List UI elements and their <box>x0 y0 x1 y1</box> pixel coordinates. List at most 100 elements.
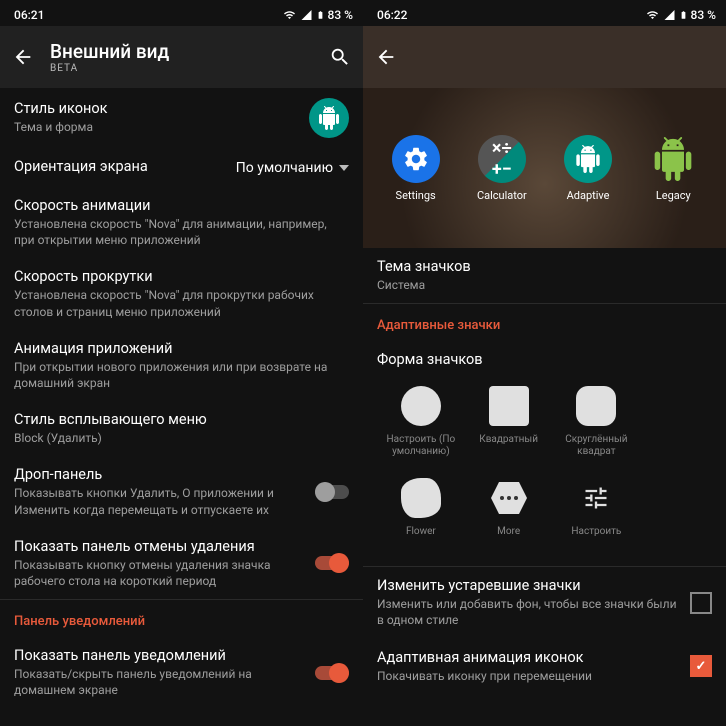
scroll-speed-row[interactable]: Скорость прокрутки Установлена скорость … <box>0 258 363 329</box>
row-title: Анимация приложений <box>14 340 349 357</box>
row-title: Скорость анимации <box>14 197 349 214</box>
shape-label: Квадратный <box>479 434 538 458</box>
battery-percent: 83 % <box>328 8 353 22</box>
shape-rounded[interactable]: Скруглённый квадрат <box>553 376 641 468</box>
row-title: Форма значков <box>377 351 712 368</box>
row-title: Стиль всплывающего меню <box>14 411 349 428</box>
shape-label: Flower <box>406 526 436 550</box>
shape-more[interactable]: More <box>465 468 553 560</box>
adaptive-anim-checkbox[interactable] <box>690 655 712 677</box>
icon-theme-row[interactable]: Тема значков Система <box>363 248 726 303</box>
popup-style-row[interactable]: Стиль всплывающего меню Block (Удалить) <box>0 401 363 456</box>
square-icon <box>489 386 529 426</box>
battery-icon <box>316 8 325 22</box>
row-sub: Показывать кнопки Удалить, О приложении … <box>14 485 303 517</box>
right-screenshot: 06:22 83 % Settings ×÷+− Calculator Adap… <box>363 0 726 726</box>
undo-panel-switch[interactable] <box>315 556 349 570</box>
icon-style-row[interactable]: Стиль иконок Тема и форма <box>0 88 363 148</box>
shape-flower[interactable]: Flower <box>377 468 465 560</box>
app-bar <box>363 26 726 88</box>
row-title: Изменить устаревшие значки <box>377 577 678 594</box>
shape-label: Скруглённый квадрат <box>555 434 639 458</box>
row-title: Показать панель отмены удаления <box>14 538 303 555</box>
orientation-row[interactable]: Ориентация экрана По умолчанию <box>0 148 363 187</box>
signal-icon <box>663 9 676 21</box>
legacy-icons-row[interactable]: Изменить устаревшие значки Изменить или … <box>363 567 726 638</box>
flower-icon <box>401 478 441 518</box>
app-label: Legacy <box>656 189 691 202</box>
app-label: Adaptive <box>567 189 610 202</box>
clock: 06:22 <box>377 8 407 22</box>
app-bar: Внешний вид BETA <box>0 26 363 88</box>
shape-circle[interactable]: Настроить (По умолчанию) <box>377 376 465 468</box>
preview-app-legacy: Legacy <box>649 135 697 202</box>
icon-preview <box>309 98 349 138</box>
dropdown-value: По умолчанию <box>236 160 333 176</box>
shape-grid: Настроить (По умолчанию) Квадратный Скру… <box>363 370 726 560</box>
adaptive-anim-row[interactable]: Адаптивная анимация иконок Покачивать ик… <box>363 639 726 694</box>
preview-app-calculator: ×÷+− Calculator <box>477 135 527 202</box>
signal-icon <box>300 9 313 21</box>
wifi-icon <box>645 9 660 21</box>
row-sub: Установлена скорость "Nova" для анимации… <box>14 216 349 248</box>
notification-section-header: Панель уведомлений <box>0 600 363 637</box>
row-title: Стиль иконок <box>14 100 309 117</box>
gear-icon <box>402 145 430 173</box>
row-sub: Изменить или добавить фон, чтобы все зна… <box>377 596 678 628</box>
row-title: Показать панель уведомлений <box>14 647 303 664</box>
drop-panel-row[interactable]: Дроп-панель Показывать кнопки Удалить, О… <box>0 456 363 527</box>
hexagon-icon <box>489 478 529 518</box>
battery-icon <box>679 8 688 22</box>
row-sub: Покачивать иконку при перемещении <box>377 668 678 684</box>
row-sub: Показывать кнопку отмены удаления значка… <box>14 557 303 589</box>
adaptive-section-header: Адаптивные значки <box>363 304 726 341</box>
anim-speed-row[interactable]: Скорость анимации Установлена скорость "… <box>0 187 363 258</box>
clock: 06:21 <box>14 8 44 22</box>
shape-custom[interactable]: Настроить <box>553 468 641 560</box>
row-sub: Система <box>377 277 712 293</box>
tune-icon <box>582 478 610 518</box>
status-icons: 83 % <box>282 8 353 22</box>
undo-panel-row[interactable]: Показать панель отмены удаления Показыва… <box>0 528 363 599</box>
legacy-checkbox[interactable] <box>690 592 712 614</box>
drop-panel-switch[interactable] <box>315 485 349 499</box>
icon-preview-area: Settings ×÷+− Calculator Adaptive Legacy <box>363 88 726 248</box>
shape-square[interactable]: Квадратный <box>465 376 553 468</box>
preview-app-adaptive: Adaptive <box>564 135 612 202</box>
battery-percent: 83 % <box>691 8 716 22</box>
row-title: Тема значков <box>377 258 712 275</box>
app-label: Settings <box>396 189 436 202</box>
android-icon <box>574 145 602 173</box>
wifi-icon <box>282 9 297 21</box>
row-sub: Block (Удалить) <box>14 430 349 446</box>
search-icon[interactable] <box>329 46 351 68</box>
notif-panel-switch[interactable] <box>315 666 349 680</box>
row-sub: Тема и форма <box>14 119 309 135</box>
back-icon[interactable] <box>12 46 34 68</box>
notif-panel-row[interactable]: Показать панель уведомлений Показать/скр… <box>0 637 363 708</box>
android-icon <box>651 137 695 181</box>
row-title: Адаптивная анимация иконок <box>377 649 678 666</box>
back-icon[interactable] <box>375 46 397 68</box>
status-icons: 83 % <box>645 8 716 22</box>
row-title: Скорость прокрутки <box>14 268 349 285</box>
shape-label: Настроить (По умолчанию) <box>379 434 463 458</box>
preview-app-settings: Settings <box>392 135 440 202</box>
row-title: Дроп-панель <box>14 466 303 483</box>
shape-title-row: Форма значков <box>363 341 726 370</box>
circle-icon <box>401 386 441 426</box>
shape-label: More <box>497 526 520 550</box>
row-sub: Установлена скорость "Nova" для прокрутк… <box>14 287 349 319</box>
row-sub: При открытии нового приложения или при в… <box>14 359 349 391</box>
row-sub: Показать/скрыть панель уведомлений на до… <box>14 666 303 698</box>
status-bar: 06:21 83 % <box>0 0 363 26</box>
left-screenshot: 06:21 83 % Внешний вид BETA Стиль иконок… <box>0 0 363 726</box>
beta-label: BETA <box>50 63 313 74</box>
row-title: Ориентация экрана <box>14 158 236 175</box>
orientation-dropdown[interactable]: По умолчанию <box>236 160 349 176</box>
page-title: Внешний вид <box>50 40 313 63</box>
android-icon <box>317 106 341 130</box>
app-anim-row[interactable]: Анимация приложений При открытии нового … <box>0 330 363 401</box>
app-label: Calculator <box>477 189 527 202</box>
rounded-square-icon <box>576 386 616 426</box>
